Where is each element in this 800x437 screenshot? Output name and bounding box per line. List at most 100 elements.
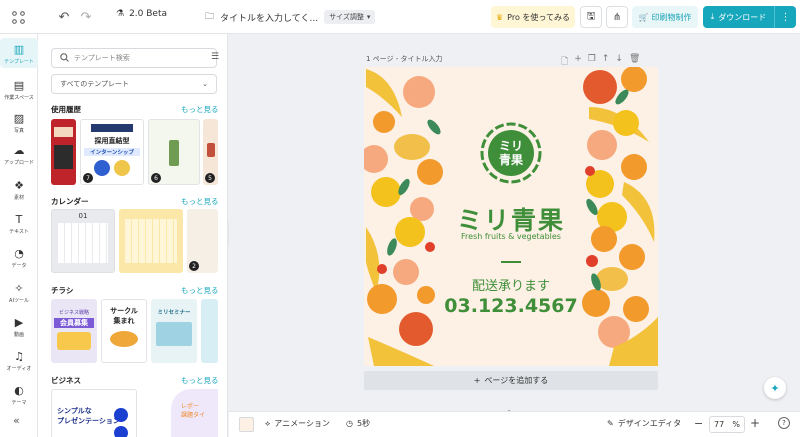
folder-icon: 🗀: [205, 12, 215, 22]
ai-assistant-button[interactable]: ✦: [764, 377, 786, 399]
zoom-in-icon[interactable]: +: [750, 416, 760, 430]
rail-item-photo[interactable]: ▨ 写真: [0, 107, 38, 137]
search-icon: [60, 52, 69, 64]
rail-item-data[interactable]: ◔ データ: [0, 242, 38, 272]
rail-item-upload[interactable]: ☁ アップロード: [0, 139, 38, 169]
template-panel: テンプレート検索 ☰ すべてのテンプレート ⌄ 使用履歴 もっと見る 採用直結型 …: [38, 34, 228, 437]
video-icon: ▶: [14, 315, 24, 329]
left-rail: ▥ テンプレート ▤ 作業スペース ▨ 写真 ☁ アップロード ❖ 素材 T テキスト ◔ データ ✧ AIツ…: [0, 34, 38, 437]
flask-icon: ⚗: [116, 9, 125, 19]
upload-icon: ☁: [13, 143, 25, 157]
rail-item-label: テキスト: [9, 229, 29, 235]
add-page-button[interactable]: + ページを追加する: [364, 371, 658, 390]
rail-item-label: AIツール: [9, 298, 29, 304]
rail-item-workspace[interactable]: ▤ 作業スペース: [0, 74, 38, 104]
workspace-icon: ▤: [13, 78, 25, 92]
rail-item-ai[interactable]: ✧ AIツール: [0, 277, 38, 307]
more-options-button[interactable]: ⋮: [774, 6, 796, 28]
undo-icon[interactable]: ↶: [56, 9, 72, 25]
pro-button[interactable]: ♛ Pro を使ってみる: [491, 6, 575, 28]
flyer-thumb[interactable]: サークル 集まれ: [101, 299, 147, 363]
see-more-link[interactable]: もっと見る: [181, 196, 219, 207]
flyer-thumb[interactable]: ミリセミナー: [151, 299, 197, 363]
resize-button[interactable]: サイズ調整 ▾: [324, 10, 376, 24]
rail-item-label: 写真: [13, 128, 24, 134]
save-icon[interactable]: 🖫: [580, 6, 602, 28]
ai-icon: ✧: [14, 281, 24, 295]
count-badge: 6: [151, 173, 161, 183]
rail-item-label: オーディオ: [6, 366, 32, 372]
delivery-text: 配送承ります: [471, 279, 550, 294]
flyer-thumb[interactable]: ビジネス戦略 会員募集: [51, 299, 97, 363]
rail-item-label: 作業スペース: [4, 95, 34, 101]
rail-item-template[interactable]: ▥ テンプレート: [0, 38, 38, 68]
share-icon[interactable]: ⋔: [606, 6, 628, 28]
title-text[interactable]: タイトルを入力してく...: [220, 11, 318, 24]
cart-icon: 🛒: [638, 12, 649, 22]
top-bar: ↶ ↷ ⚗ 2.0 Beta 🗀 タイトルを入力してく... サイズ調整 ▾ ♛ P…: [0, 0, 800, 34]
section-title-history: 使用履歴: [51, 105, 81, 114]
rail-item-label: データ: [11, 263, 27, 269]
rail-item-audio[interactable]: ♫ オーディオ: [0, 345, 38, 375]
tagline: Fresh fruits & vegetables: [461, 232, 561, 241]
see-more-link[interactable]: もっと見る: [181, 285, 219, 296]
business-thumb[interactable]: レポー 課題タイ: [171, 389, 218, 437]
apps-grid-icon[interactable]: [10, 9, 26, 25]
filter-icon[interactable]: ☰: [211, 52, 219, 62]
template-category-select[interactable]: すべてのテンプレート ⌄: [51, 74, 217, 94]
elements-icon: ❖: [14, 178, 24, 192]
section-title-flyers: チラシ: [51, 286, 74, 295]
calendar-thumb[interactable]: 01: [51, 209, 115, 273]
logo-text: ミリ 青果: [498, 139, 523, 167]
photo-icon: ▨: [13, 111, 25, 125]
collapse-rail-icon[interactable]: «: [13, 414, 20, 427]
chevron-down-icon: ⌄: [202, 80, 208, 88]
audio-icon: ♫: [14, 349, 24, 363]
document-title[interactable]: 🗀 タイトルを入力してく... サイズ調整 ▾: [205, 9, 376, 25]
rail-item-theme[interactable]: ◐ テーマ: [0, 379, 38, 409]
crown-icon: ♛: [495, 12, 504, 22]
zoom-out-icon[interactable]: −: [694, 417, 703, 430]
calendar-thumb[interactable]: [119, 209, 183, 273]
template-icon: ▥: [13, 42, 25, 56]
count-badge: 7: [83, 173, 93, 183]
flyer-thumb[interactable]: [201, 299, 218, 363]
help-icon[interactable]: ?: [778, 417, 790, 429]
animation-icon: ⟡: [265, 418, 271, 428]
design-editor-button[interactable]: ✎ デザインエディタ: [607, 418, 681, 429]
count-badge: 2: [189, 261, 199, 271]
rail-item-elements[interactable]: ❖ 素材: [0, 174, 38, 204]
print-button[interactable]: 🛒 印刷物制作: [632, 6, 698, 28]
version-label: ⚗ 2.0 Beta: [116, 9, 168, 19]
business-thumb[interactable]: シンプルな プレゼンテーション: [51, 389, 137, 437]
count-badge: 5: [205, 173, 215, 183]
theme-icon: ◐: [14, 383, 24, 397]
download-button[interactable]: ⤓ ダウンロード: [703, 6, 774, 28]
page-thumbnail[interactable]: [239, 417, 254, 432]
rail-item-video[interactable]: ▶ 動画: [0, 311, 38, 341]
chevron-down-icon: ▾: [366, 13, 371, 21]
timer-icon: ◷: [346, 419, 353, 428]
rail-item-label: 動画: [13, 332, 24, 338]
design-page[interactable]: ミリ 青果 ミリ青果 Fresh fruits & vegetables 配送承…: [364, 67, 658, 366]
rail-item-text[interactable]: T テキスト: [0, 208, 38, 238]
download-icon: ⤓: [710, 12, 715, 21]
see-more-link[interactable]: もっと見る: [181, 375, 219, 386]
rail-item-label: 素材: [13, 195, 24, 201]
section-title-business: ビジネス: [51, 376, 81, 385]
plus-icon: +: [473, 376, 481, 385]
section-title-calendar: カレンダー: [51, 197, 89, 206]
animation-button[interactable]: ⟡ アニメーション: [265, 418, 330, 429]
pen-icon: ✎: [607, 419, 614, 428]
see-more-link[interactable]: もっと見る: [181, 104, 219, 115]
page-label: 1 ページ - タイトル入力: [366, 55, 443, 63]
search-input[interactable]: テンプレート検索 ☰: [51, 48, 219, 68]
divider: [501, 261, 521, 263]
duration-button[interactable]: ◷ 5秒: [346, 418, 370, 429]
phone-number: 03.123.4567: [444, 295, 578, 317]
data-icon: ◔: [14, 246, 24, 260]
history-thumb[interactable]: [51, 119, 76, 185]
rail-item-label: アップロード: [3, 160, 34, 166]
zoom-input[interactable]: 77%: [709, 416, 745, 433]
redo-icon[interactable]: ↷: [78, 9, 94, 25]
